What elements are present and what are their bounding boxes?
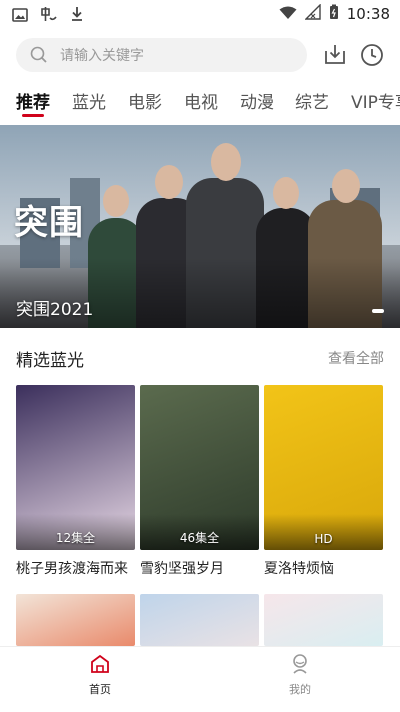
banner-logo-text: 突围 bbox=[14, 203, 84, 243]
home-icon bbox=[89, 654, 111, 679]
search-icon bbox=[30, 46, 48, 68]
video-title: 桃子男孩渡海而来 bbox=[16, 561, 128, 577]
tab-tv[interactable]: 电视 bbox=[184, 88, 218, 113]
episode-badge: HD bbox=[314, 532, 333, 546]
bottom-navigation: 首页 我的 bbox=[0, 646, 400, 712]
banner-title: 突围2021 bbox=[16, 300, 94, 320]
nav-profile[interactable]: 我的 bbox=[270, 653, 330, 697]
video-card[interactable] bbox=[16, 594, 135, 646]
active-tab-indicator bbox=[22, 114, 44, 117]
tab-variety[interactable]: 综艺 bbox=[295, 88, 329, 113]
nav-home-label: 首页 bbox=[89, 683, 111, 696]
video-title: 雪豹坚强岁月 bbox=[140, 561, 224, 577]
profile-icon bbox=[289, 654, 311, 679]
nav-home[interactable]: 首页 bbox=[70, 653, 130, 697]
video-card[interactable]: 46集全 雪豹坚强岁月 bbox=[140, 385, 259, 578]
wifi-icon bbox=[279, 5, 297, 24]
video-poster: 46集全 bbox=[140, 385, 259, 550]
category-tabs: 推荐 蓝光 电影 电视 动漫 综艺 VIP专享 bbox=[0, 86, 400, 120]
app-icon bbox=[40, 6, 58, 26]
video-card[interactable] bbox=[264, 594, 383, 646]
tab-anime[interactable]: 动漫 bbox=[240, 88, 274, 113]
tab-movie[interactable]: 电影 bbox=[128, 88, 162, 113]
tab-vip[interactable]: VIP专享 bbox=[351, 88, 400, 113]
video-card[interactable] bbox=[140, 594, 259, 646]
video-card[interactable]: HD 夏洛特烦恼 bbox=[264, 385, 383, 578]
status-time: 10:38 bbox=[346, 5, 390, 23]
video-card[interactable]: 12集全 桃子男孩渡海而来 bbox=[16, 385, 135, 578]
banner-person-head bbox=[103, 185, 129, 217]
nav-profile-label: 我的 bbox=[289, 683, 311, 696]
signal-icon bbox=[304, 3, 321, 24]
tab-recommend[interactable]: 推荐 bbox=[16, 88, 50, 113]
video-poster: HD bbox=[264, 385, 383, 550]
download-box-icon[interactable] bbox=[322, 42, 348, 68]
video-poster: 12集全 bbox=[16, 385, 135, 550]
episode-badge: 46集全 bbox=[179, 531, 220, 545]
clock-icon[interactable] bbox=[359, 42, 385, 68]
banner-person-head bbox=[155, 165, 183, 199]
tab-bluray[interactable]: 蓝光 bbox=[72, 88, 106, 113]
episode-badge: 12集全 bbox=[55, 531, 96, 545]
status-bar: 10:38 bbox=[0, 0, 400, 28]
banner-page-indicator bbox=[372, 309, 384, 313]
search-bar[interactable] bbox=[16, 38, 307, 72]
search-input[interactable] bbox=[58, 44, 292, 68]
download-icon bbox=[70, 6, 84, 26]
banner-person-head bbox=[332, 169, 360, 203]
view-all-link[interactable]: 查看全部 bbox=[328, 348, 384, 368]
image-icon bbox=[12, 7, 28, 26]
battery-icon bbox=[329, 4, 339, 24]
banner-person-head bbox=[273, 177, 299, 209]
banner-person-head bbox=[211, 143, 241, 181]
section-title: 精选蓝光 bbox=[16, 351, 84, 371]
video-title: 夏洛特烦恼 bbox=[264, 561, 334, 577]
featured-banner[interactable]: 突围 突围2021 bbox=[0, 125, 400, 328]
